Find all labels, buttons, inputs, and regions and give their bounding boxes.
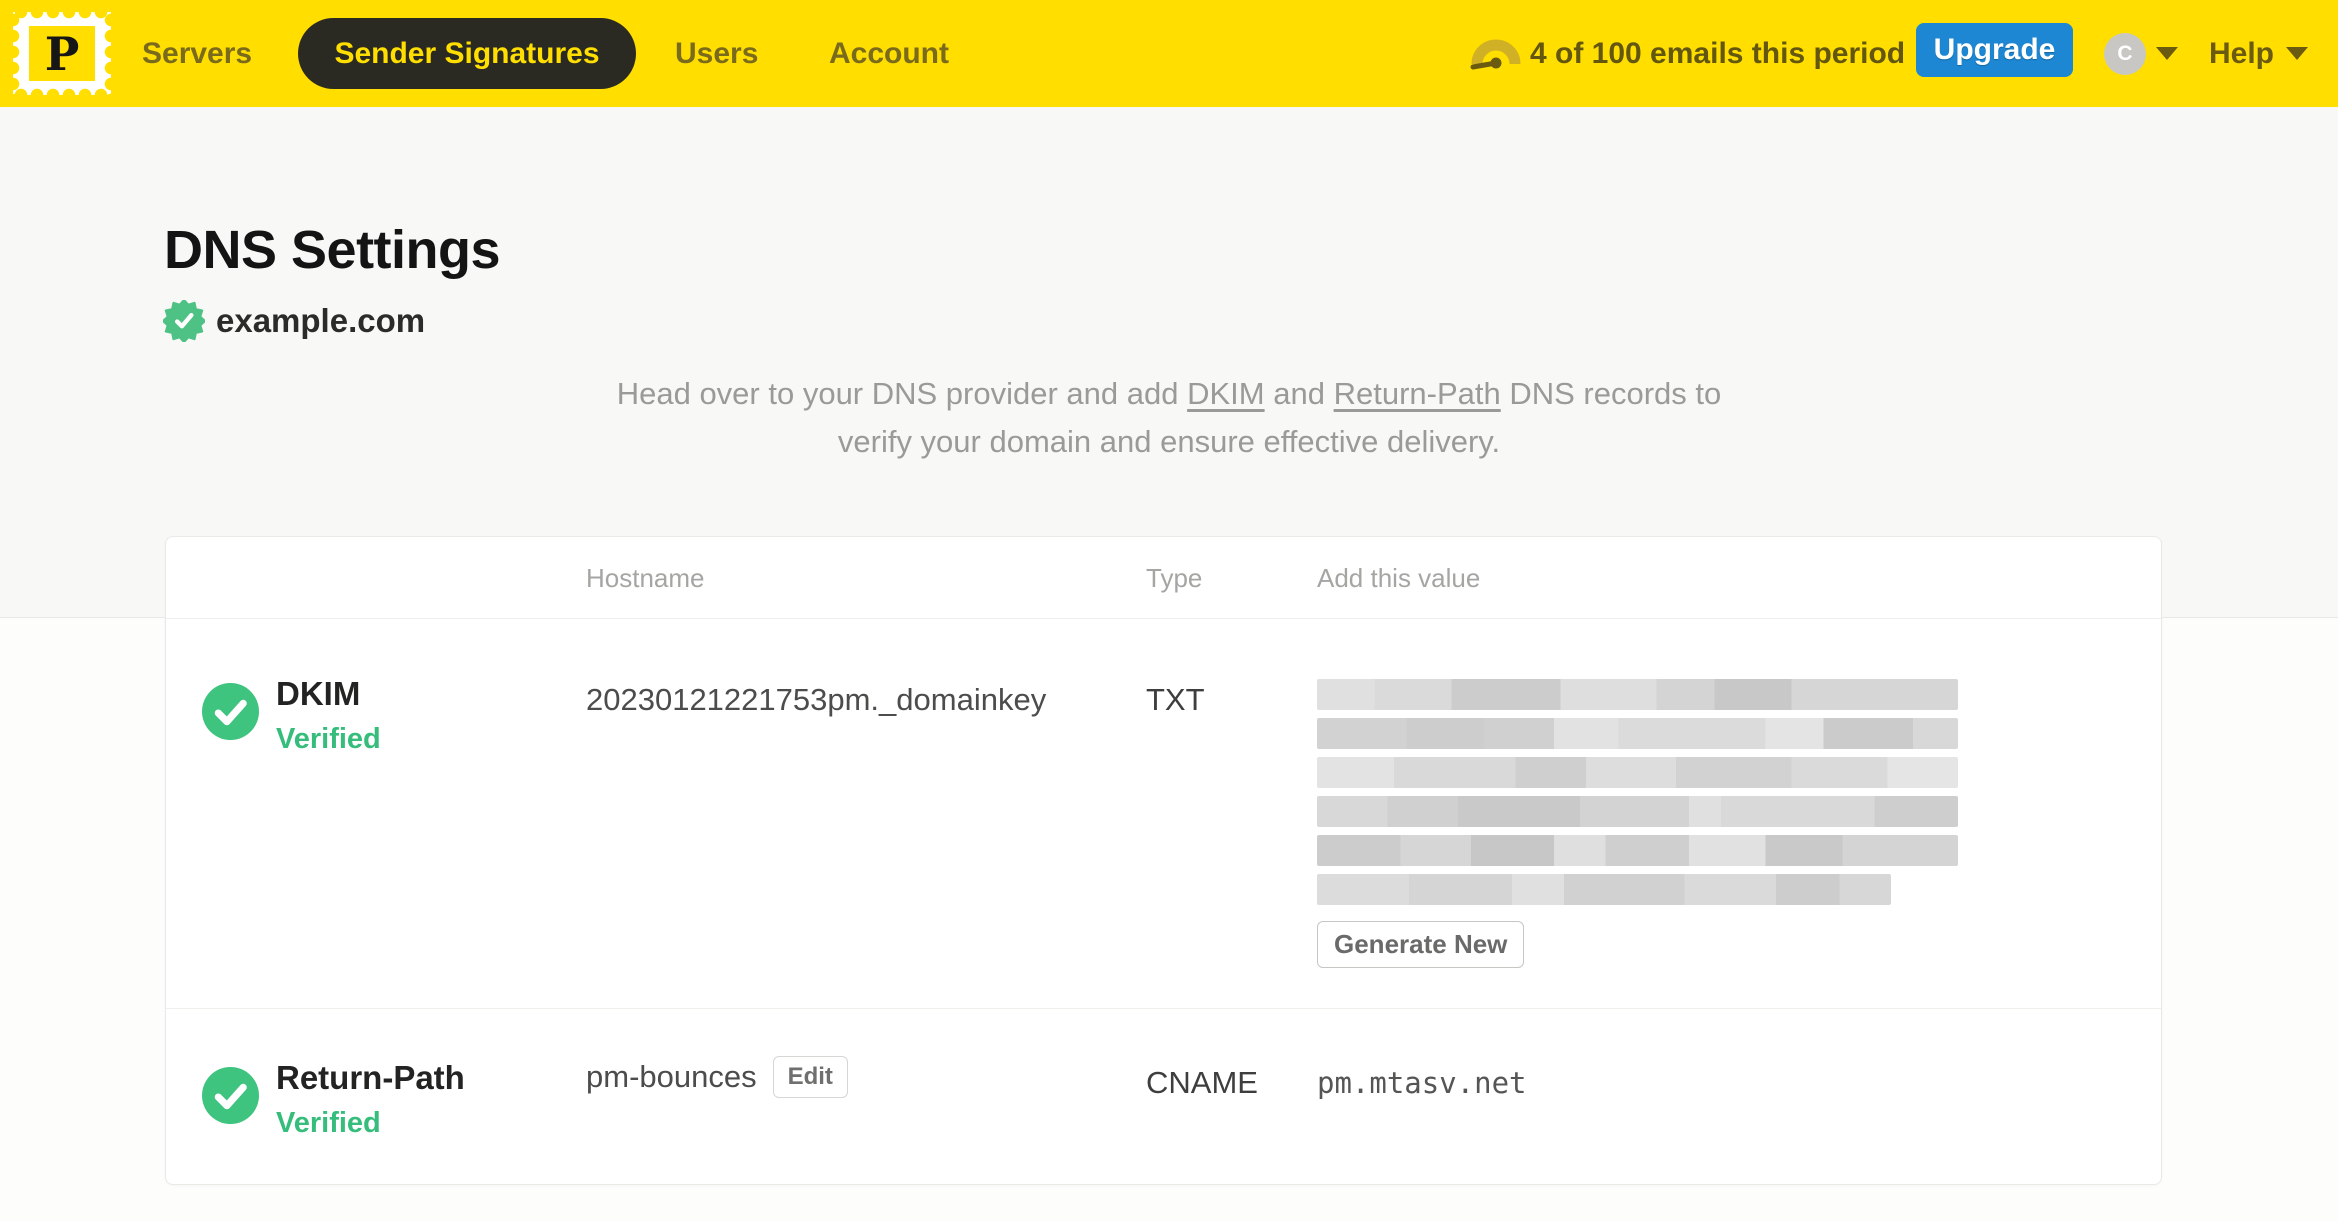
table-header-row: Hostname Type Add this value: [166, 537, 2161, 619]
help-label: Help: [2209, 36, 2275, 70]
generate-new-button[interactable]: Generate New: [1317, 921, 1525, 968]
nav-item-users[interactable]: Users: [675, 0, 758, 107]
redacted-value-block: [1317, 835, 1958, 866]
redacted-value-block: [1317, 874, 1891, 905]
table-row-return-path: Return-Path Verified pm-bounces Edit CNA…: [166, 1009, 2161, 1184]
redacted-value-block: [1317, 796, 1958, 827]
column-header-add-this-value: Add this value: [1317, 562, 1481, 593]
verified-seal-icon: [163, 300, 205, 342]
edit-button[interactable]: Edit: [772, 1056, 848, 1098]
record-name: DKIM: [276, 675, 361, 712]
instructions-text-line2: verify your domain and ensure effective …: [837, 424, 1501, 459]
dns-instructions: Head over to your DNS provider and add D…: [469, 370, 1869, 466]
hostname-cell: pm-bounces Edit: [586, 1056, 848, 1098]
record-label: DKIM Verified: [276, 675, 381, 756]
nav-item-servers[interactable]: Servers: [142, 0, 252, 107]
stamp-inner: P: [29, 26, 95, 81]
dns-records-card: Hostname Type Add this value DKIM Verifi…: [165, 536, 2162, 1185]
table-row-dkim: DKIM Verified 20230121221753pm._domainke…: [166, 619, 2161, 1009]
dkim-value-redacted: Generate New: [1317, 679, 1977, 968]
verified-domain: example.com: [163, 300, 425, 342]
avatar[interactable]: C: [2104, 33, 2146, 75]
nav-item-sender-signatures[interactable]: Sender Signatures: [298, 18, 636, 89]
hostname-value: 20230121221753pm._domainkey: [586, 682, 1047, 717]
verified-check-icon: [202, 683, 259, 740]
usage-status-text: 4 of 100 emails this period: [1530, 36, 1906, 70]
avatar-initial: C: [2117, 42, 2133, 65]
upgrade-button[interactable]: Upgrade: [1916, 23, 2073, 77]
logo-letter: P: [44, 26, 80, 81]
verified-check-icon: [202, 1067, 259, 1124]
domain-name: example.com: [216, 302, 426, 339]
nav-item-account[interactable]: Account: [829, 0, 949, 107]
usage-gauge-icon: [1470, 39, 1521, 70]
page-title: DNS Settings: [164, 220, 501, 280]
help-chevron-down-icon: [2286, 47, 2309, 60]
return-path-link[interactable]: Return-Path: [1334, 376, 1501, 411]
status-badge: Verified: [276, 723, 381, 755]
column-header-hostname: Hostname: [586, 562, 705, 593]
dkim-link[interactable]: DKIM: [1187, 376, 1265, 411]
record-name: Return-Path: [276, 1059, 465, 1096]
redacted-value-block: [1317, 679, 1958, 710]
avatar-chevron-down-icon[interactable]: [2156, 47, 2178, 60]
postmark-logo[interactable]: P: [13, 12, 111, 95]
postmark-dns-settings-page: P Servers Sender Signatures Users Accoun…: [0, 0, 2338, 1222]
instructions-text: Head over to your DNS provider and add: [616, 376, 1179, 411]
help-menu[interactable]: Help: [2209, 0, 2309, 107]
cname-value: pm.mtasv.net: [1317, 1066, 1527, 1100]
top-nav: P Servers Sender Signatures Users Accoun…: [0, 0, 2338, 107]
status-badge: Verified: [276, 1107, 381, 1139]
record-type: CNAME: [1146, 1065, 1258, 1100]
column-header-type: Type: [1146, 562, 1203, 593]
instructions-text: DNS records to: [1509, 376, 1722, 411]
redacted-value-block: [1317, 718, 1958, 749]
record-label: Return-Path Verified: [276, 1059, 465, 1140]
record-type: TXT: [1146, 682, 1205, 717]
redacted-value-block: [1317, 757, 1958, 788]
instructions-text: and: [1273, 376, 1325, 411]
hostname-value: pm-bounces: [586, 1059, 757, 1094]
